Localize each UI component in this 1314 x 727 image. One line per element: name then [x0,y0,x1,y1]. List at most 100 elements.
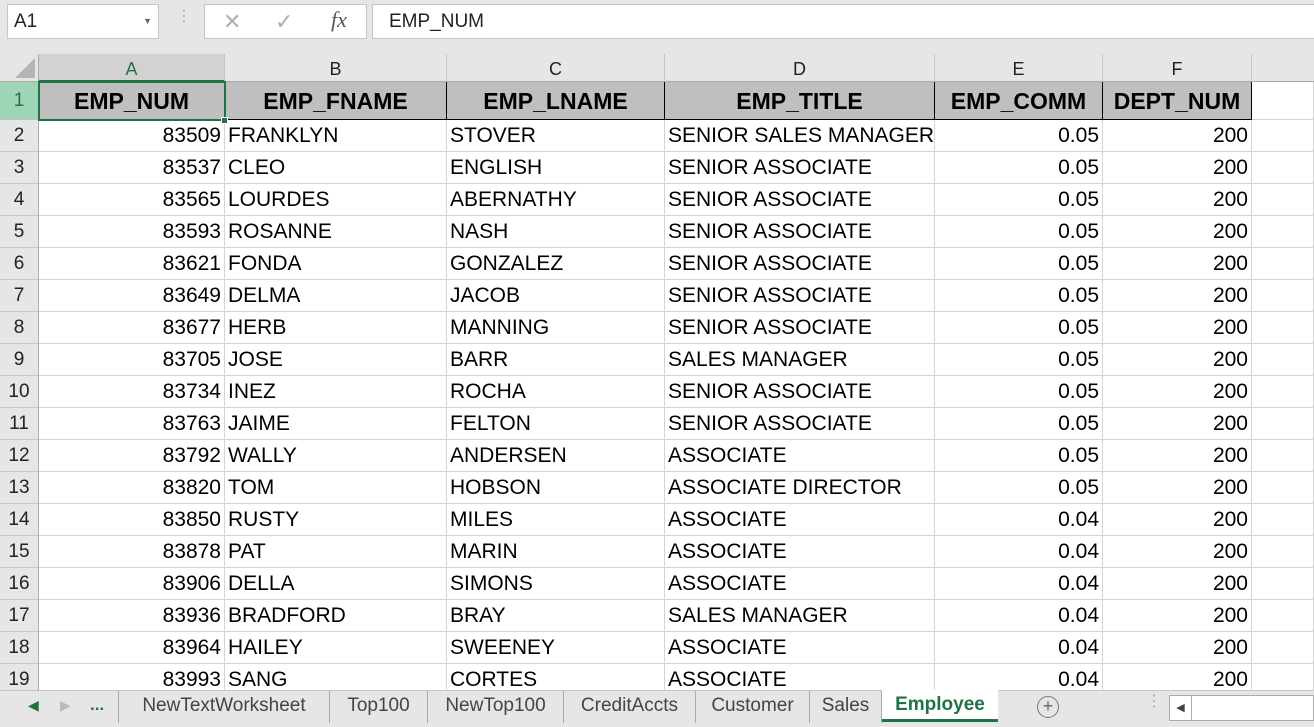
table-cell[interactable]: STOVER [447,120,665,152]
table-cell[interactable]: JOSE [225,344,447,376]
sheet-tab-employee[interactable]: Employee [882,690,998,722]
table-cell[interactable]: 83565 [39,184,225,216]
table-cell[interactable]: HAILEY [225,632,447,664]
table-cell[interactable]: CLEO [225,152,447,184]
table-cell[interactable]: HOBSON [447,472,665,504]
table-cell[interactable]: FRANKLYN [225,120,447,152]
table-cell[interactable]: 200 [1103,344,1252,376]
empty-cell[interactable] [1252,504,1314,536]
table-cell[interactable]: WALLY [225,440,447,472]
table-cell[interactable]: 0.04 [935,600,1103,632]
table-cell[interactable]: DELMA [225,280,447,312]
table-cell[interactable]: 83763 [39,408,225,440]
table-cell[interactable]: ASSOCIATE [665,440,935,472]
row-header[interactable]: 15 [0,536,39,568]
table-cell[interactable]: ANDERSEN [447,440,665,472]
header-cell-emp-comm[interactable]: EMP_COMM [935,82,1103,120]
row-header-1[interactable]: 1 [0,82,39,120]
table-cell[interactable]: INEZ [225,376,447,408]
table-cell[interactable]: 200 [1103,152,1252,184]
table-cell[interactable]: 0.05 [935,408,1103,440]
row-header[interactable]: 6 [0,248,39,280]
table-cell[interactable]: 200 [1103,184,1252,216]
table-cell[interactable]: SALES MANAGER [665,344,935,376]
formula-input[interactable]: EMP_NUM [372,4,1314,39]
table-cell[interactable]: 0.05 [935,472,1103,504]
table-cell[interactable]: 0.05 [935,344,1103,376]
empty-cell[interactable] [1252,632,1314,664]
row-header[interactable]: 5 [0,216,39,248]
header-cell-emp-title[interactable]: EMP_TITLE [665,82,935,120]
empty-cell[interactable] [1252,82,1314,120]
row-header[interactable]: 7 [0,280,39,312]
empty-cell[interactable] [1252,408,1314,440]
table-cell[interactable]: 200 [1103,504,1252,536]
empty-cell[interactable] [1252,280,1314,312]
table-cell[interactable]: MILES [447,504,665,536]
insert-function-icon[interactable]: fx [331,7,347,33]
table-cell[interactable]: SENIOR ASSOCIATE [665,216,935,248]
row-header[interactable]: 18 [0,632,39,664]
column-header-a[interactable]: A [39,54,225,82]
table-cell[interactable]: 0.05 [935,152,1103,184]
empty-cell[interactable] [1252,568,1314,600]
table-cell[interactable]: 83792 [39,440,225,472]
table-cell[interactable]: ASSOCIATE [665,632,935,664]
column-header-b[interactable]: B [225,54,447,82]
table-cell[interactable]: SENIOR ASSOCIATE [665,280,935,312]
column-header-d[interactable]: D [665,54,935,82]
row-header[interactable]: 16 [0,568,39,600]
table-cell[interactable]: 200 [1103,216,1252,248]
table-cell[interactable]: SENIOR ASSOCIATE [665,376,935,408]
empty-cell[interactable] [1252,248,1314,280]
row-header[interactable]: 2 [0,120,39,152]
empty-cell[interactable] [1252,440,1314,472]
add-sheet-icon[interactable]: + [1037,696,1059,718]
table-cell[interactable]: NASH [447,216,665,248]
column-header-f[interactable]: F [1103,54,1252,82]
name-box[interactable]: A1 ▼ [7,4,159,39]
empty-cell[interactable] [1252,312,1314,344]
table-cell[interactable]: 200 [1103,536,1252,568]
table-cell[interactable]: JAIME [225,408,447,440]
scroll-tabs-right-icon[interactable]: ▶ [60,697,71,714]
drag-handle-icon[interactable]: ⋮ [176,9,192,25]
table-cell[interactable]: ASSOCIATE [665,536,935,568]
table-cell[interactable]: ASSOCIATE [665,568,935,600]
table-cell[interactable]: SENIOR ASSOCIATE [665,184,935,216]
empty-cell[interactable] [1252,344,1314,376]
table-cell[interactable]: 83850 [39,504,225,536]
sheet-tab-customer[interactable]: Customer [696,691,810,723]
splitter-handle-icon[interactable]: ⋮ [1146,694,1162,710]
scroll-tabs-left-icon[interactable]: ◀ [28,697,39,714]
table-cell[interactable]: 0.04 [935,536,1103,568]
row-header[interactable]: 8 [0,312,39,344]
row-header[interactable]: 13 [0,472,39,504]
table-cell[interactable]: LOURDES [225,184,447,216]
table-cell[interactable]: 83734 [39,376,225,408]
table-cell[interactable]: ROCHA [447,376,665,408]
table-cell[interactable]: PAT [225,536,447,568]
sheet-tab-sales[interactable]: Sales [810,691,882,723]
table-cell[interactable]: 83649 [39,280,225,312]
empty-cell[interactable] [1252,120,1314,152]
table-cell[interactable]: 83705 [39,344,225,376]
table-cell[interactable]: MANNING [447,312,665,344]
table-cell[interactable]: 0.05 [935,216,1103,248]
table-cell[interactable]: SENIOR SALES MANAGER [665,120,935,152]
table-cell[interactable]: 83820 [39,472,225,504]
select-all-button[interactable] [0,54,39,82]
table-cell[interactable]: ASSOCIATE DIRECTOR [665,472,935,504]
table-cell[interactable]: 200 [1103,632,1252,664]
row-header[interactable]: 12 [0,440,39,472]
table-cell[interactable]: 200 [1103,248,1252,280]
table-cell[interactable]: 0.05 [935,184,1103,216]
table-cell[interactable]: ROSANNE [225,216,447,248]
row-header[interactable]: 3 [0,152,39,184]
empty-cell[interactable] [1252,600,1314,632]
table-cell[interactable]: 200 [1103,568,1252,600]
row-header[interactable]: 14 [0,504,39,536]
table-cell[interactable]: 0.04 [935,504,1103,536]
fill-handle[interactable] [221,117,228,124]
table-cell[interactable]: SENIOR ASSOCIATE [665,312,935,344]
